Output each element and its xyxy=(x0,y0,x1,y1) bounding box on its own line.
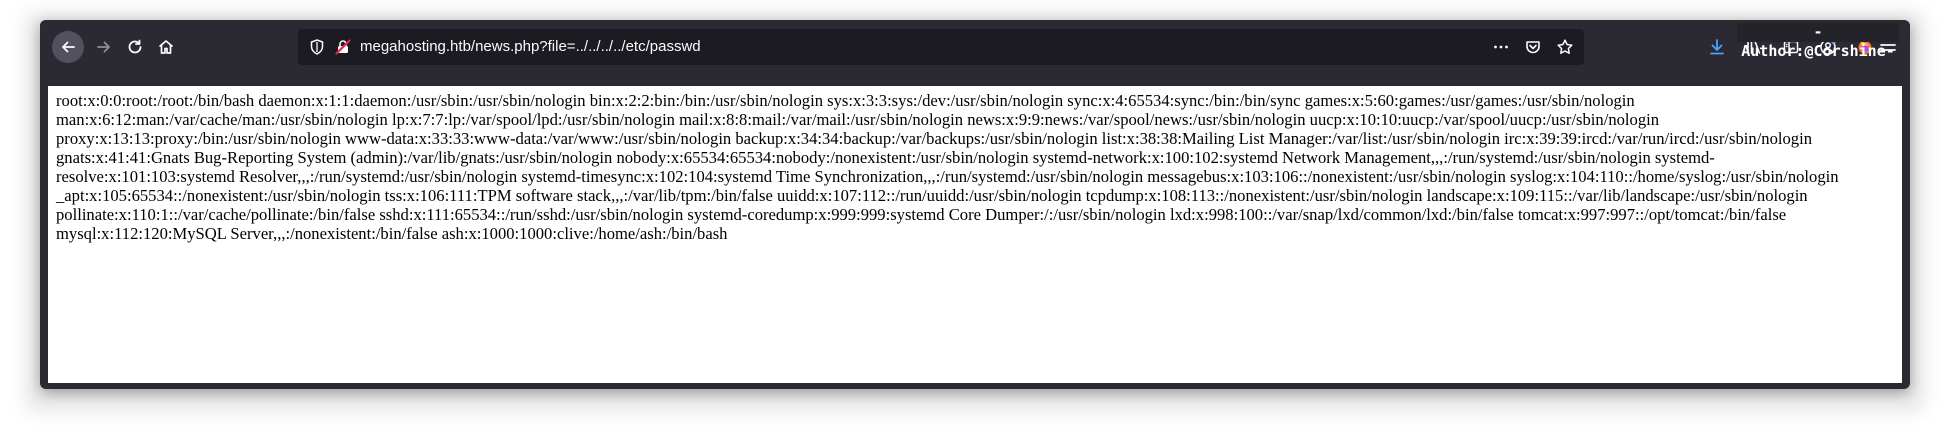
home-button[interactable] xyxy=(150,31,182,63)
url-actions xyxy=(1492,29,1574,65)
home-icon xyxy=(158,40,174,54)
browser-window: -Author:@Corshine- megahosting.htb/news.… xyxy=(40,20,1910,389)
browser-toolbar: megahosting.htb/news.php?file=../../../.… xyxy=(40,20,1910,84)
page-content: root:x:0:0:root:/root:/bin/bash daemon:x… xyxy=(48,86,1902,383)
back-button[interactable] xyxy=(52,31,84,63)
forward-button[interactable] xyxy=(88,31,120,63)
reload-icon xyxy=(128,39,142,54)
forward-arrow-icon xyxy=(97,41,110,53)
tracking-shield-icon[interactable] xyxy=(308,38,326,56)
bookmark-star-icon[interactable] xyxy=(1556,38,1574,56)
back-arrow-icon xyxy=(62,41,75,53)
insecure-lock-icon[interactable] xyxy=(334,38,352,56)
url-text[interactable]: megahosting.htb/news.php?file=../../../.… xyxy=(360,29,701,65)
reload-button[interactable] xyxy=(119,31,151,63)
passwd-file-text: root:x:0:0:root:/root:/bin/bash daemon:x… xyxy=(56,91,1839,243)
address-bar[interactable]: megahosting.htb/news.php?file=../../../.… xyxy=(298,29,1584,65)
pocket-icon[interactable] xyxy=(1524,38,1542,56)
author-watermark: -Author:@Corshine- xyxy=(1737,23,1899,60)
page-actions-icon[interactable] xyxy=(1492,38,1510,56)
downloads-icon xyxy=(1710,39,1724,55)
downloads-button[interactable] xyxy=(1704,34,1730,60)
